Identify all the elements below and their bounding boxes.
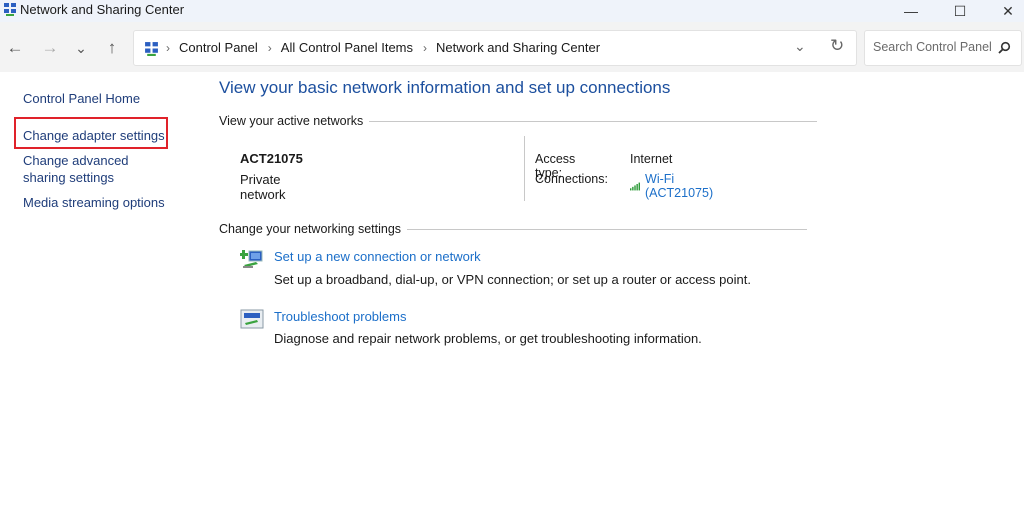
breadcrumb: › Control Panel › All Control Panel Item…: [166, 40, 600, 55]
connections-label: Connections:: [535, 172, 608, 186]
back-button[interactable]: ←: [3, 36, 27, 60]
troubleshoot-description: Diagnose and repair network problems, or…: [274, 331, 702, 346]
active-networks-heading: View your active networks: [219, 114, 818, 128]
search-input[interactable]: [873, 40, 991, 54]
section-divider: [369, 120, 818, 122]
search-icon[interactable]: [997, 41, 1011, 55]
maximize-button[interactable]: ☐: [937, 0, 983, 22]
minimize-button[interactable]: —: [888, 0, 934, 22]
close-icon: ✕: [1002, 2, 1014, 19]
forward-button[interactable]: →: [38, 36, 62, 60]
refresh-icon[interactable]: ↻: [830, 36, 844, 56]
troubleshoot-link[interactable]: Troubleshoot problems: [274, 309, 406, 324]
back-arrow-icon: ←: [6, 38, 24, 57]
wifi-signal-icon: [630, 182, 641, 190]
section-divider: [407, 228, 808, 230]
title-bar: Network and Sharing Center — ☐ ✕: [0, 0, 1024, 22]
forward-arrow-icon: →: [41, 38, 59, 57]
breadcrumb-control-panel[interactable]: Control Panel: [179, 40, 258, 55]
troubleshoot-icon: [240, 309, 264, 329]
up-arrow-icon: ↑: [107, 38, 117, 57]
window-title: Network and Sharing Center: [20, 2, 185, 17]
network-name: ACT21075: [240, 151, 303, 166]
page-title: View your basic network information and …: [219, 78, 671, 97]
setup-connection-description: Set up a broadband, dial-up, or VPN conn…: [274, 272, 751, 287]
recent-locations-button[interactable]: ⌄: [69, 36, 93, 60]
breadcrumb-all-items[interactable]: All Control Panel Items: [281, 40, 413, 55]
breadcrumb-separator: ›: [423, 40, 428, 55]
sidebar-item-change-advanced-sharing[interactable]: Change advanced sharing settings: [23, 152, 173, 186]
control-panel-icon: [145, 42, 158, 56]
up-button[interactable]: ↑: [100, 36, 124, 60]
maximize-icon: ☐: [953, 2, 967, 19]
network-center-icon: [4, 3, 16, 16]
setup-connection-link[interactable]: Set up a new connection or network: [274, 249, 481, 264]
highlight-annotation-box: [14, 117, 168, 149]
search-box[interactable]: [864, 30, 1022, 66]
chevron-down-icon: ⌄: [75, 39, 87, 56]
minimize-icon: —: [904, 3, 918, 19]
breadcrumb-separator: ›: [267, 40, 272, 55]
wifi-connection-link[interactable]: Wi-Fi (ACT21075): [630, 172, 717, 200]
breadcrumb-network-sharing[interactable]: Network and Sharing Center: [436, 40, 600, 55]
address-bar[interactable]: › Control Panel › All Control Panel Item…: [133, 30, 857, 66]
sidebar-item-media-streaming[interactable]: Media streaming options: [23, 194, 165, 211]
networking-settings-heading-text: Change your networking settings: [219, 222, 402, 236]
networking-settings-heading: Change your networking settings: [219, 222, 808, 236]
network-type: Private network: [240, 172, 286, 202]
active-networks-heading-text: View your active networks: [219, 114, 364, 128]
vertical-divider: [524, 136, 525, 201]
wifi-connection-label[interactable]: Wi-Fi (ACT21075): [645, 172, 717, 200]
new-connection-icon: [240, 250, 263, 268]
sidebar-item-control-panel-home[interactable]: Control Panel Home: [23, 90, 140, 107]
close-button[interactable]: ✕: [985, 0, 1024, 22]
breadcrumb-separator: ›: [166, 40, 170, 55]
address-dropdown-icon[interactable]: ⌄: [794, 38, 806, 55]
navigation-toolbar: ← → ⌄ ↑ › Control Panel › All Control Pa…: [0, 22, 1024, 72]
access-type-value: Internet: [630, 152, 673, 166]
